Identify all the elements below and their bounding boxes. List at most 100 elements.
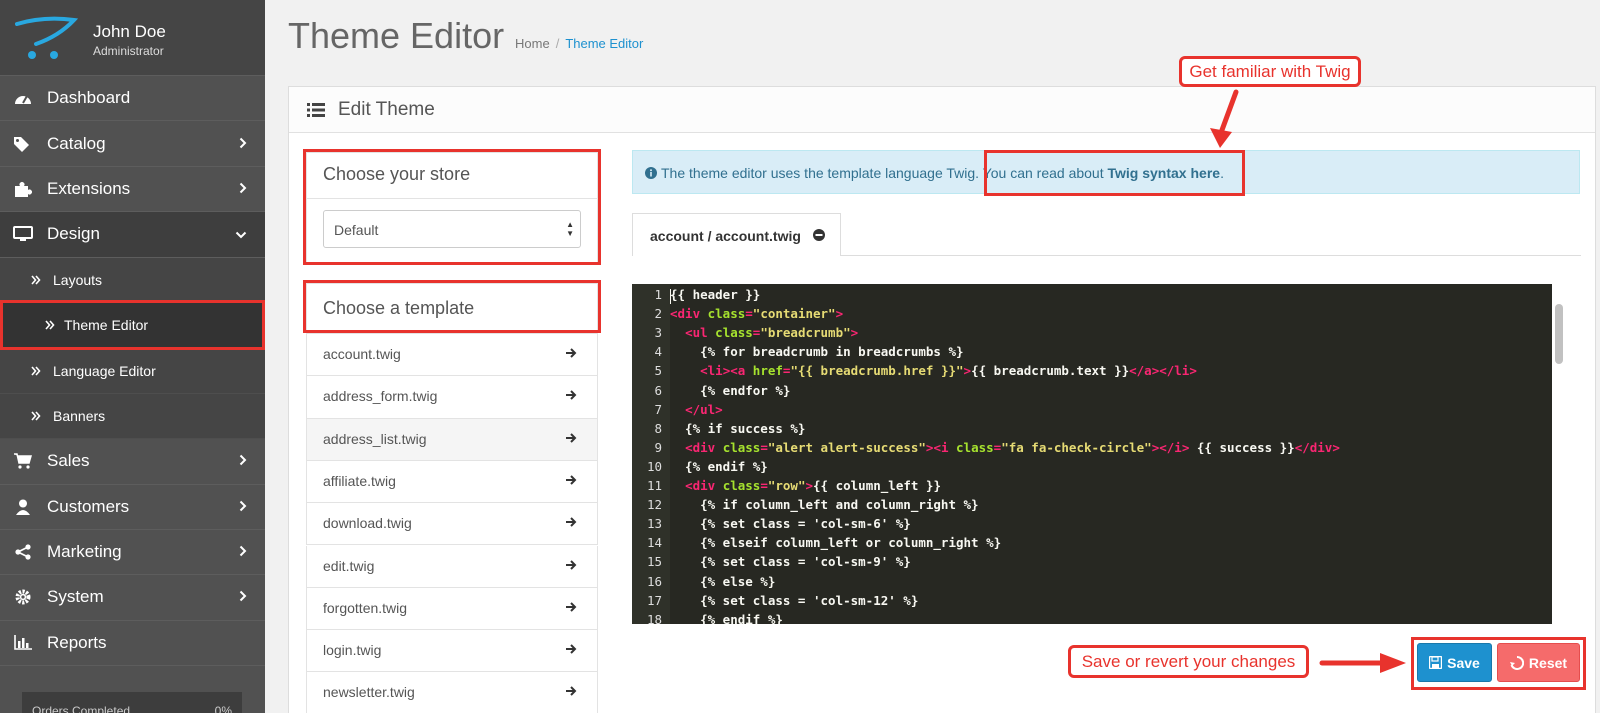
code-text: {% if column_left and column_right %}	[670, 497, 979, 513]
scrollbar-thumb[interactable]	[1555, 304, 1563, 364]
main-nav: Dashboard Catalog Extensions Design Layouts T…	[0, 76, 265, 667]
template-name: address_list.twig	[323, 430, 427, 447]
line-number: 2	[654, 306, 662, 322]
angle-double-right-icon	[31, 272, 41, 288]
tab-account-twig[interactable]: account / account.twig	[632, 213, 841, 256]
line-number: 4	[654, 344, 662, 360]
sidebar-item-label: Marketing	[47, 542, 122, 562]
template-item[interactable]: address_list.twig	[306, 418, 598, 461]
template-name: affiliate.twig	[323, 472, 396, 489]
code-text: <div class="container">	[670, 306, 844, 322]
line-number: 14	[646, 535, 662, 551]
info-alert: The theme editor uses the template langu…	[632, 150, 1580, 194]
sidebar-item-label: Catalog	[47, 133, 106, 153]
line-number: 8	[654, 420, 662, 436]
arrow-right-icon	[565, 515, 577, 531]
sidebar-item-extensions[interactable]: Extensions	[0, 167, 265, 213]
template-heading: Choose a template	[323, 298, 475, 318]
sidebar-subitem-theme-editor[interactable]: Theme Editor	[0, 302, 265, 349]
store-select-value: Default	[334, 222, 379, 238]
sidebar: John Doe Administrator Dashboard Catalog E…	[0, 0, 265, 713]
sidebar-item-sales[interactable]: Sales	[0, 439, 265, 485]
user-profile: John Doe Administrator	[0, 0, 265, 76]
sidebar-item-design[interactable]: Design	[0, 212, 265, 258]
sidebar-item-label: Extensions	[47, 178, 131, 198]
chevron-down-icon	[235, 224, 247, 244]
sidebar-item-system[interactable]: System	[0, 575, 265, 621]
store-select[interactable]: Default ▲ ▼	[323, 210, 581, 248]
template-item[interactable]: affiliate.twig	[306, 460, 598, 504]
template-item[interactable]: edit.twig	[306, 545, 598, 588]
breadcrumb-home[interactable]: Home	[515, 36, 550, 51]
sidebar-item-catalog[interactable]: Catalog	[0, 121, 265, 167]
sidebar-item-dashboard[interactable]: Dashboard	[0, 76, 265, 122]
info-icon	[645, 167, 657, 179]
sidebar-item-customers[interactable]: Customers	[0, 485, 265, 530]
template-name: account.twig	[323, 346, 401, 362]
chevron-right-icon	[239, 179, 247, 199]
sidebar-item-reports[interactable]: Reports	[0, 621, 265, 667]
line-number: 6	[654, 382, 662, 398]
template-item[interactable]: account.twig	[306, 334, 598, 377]
user-icon	[13, 498, 33, 516]
code-text: {% endif %}	[670, 458, 768, 474]
panel-title: Edit Theme	[338, 99, 435, 120]
text-cursor	[670, 289, 671, 304]
line-number: 10	[646, 458, 662, 474]
breadcrumb-current[interactable]: Theme Editor	[565, 36, 643, 51]
list-icon	[307, 103, 325, 117]
panel-heading: Edit Theme	[289, 87, 1595, 133]
sidebar-item-marketing[interactable]: Marketing	[0, 530, 265, 576]
code-text: <div class="alert alert-success"><i clas…	[685, 439, 1340, 455]
arrow-right-icon	[565, 388, 577, 404]
sidebar-subitem-banners[interactable]: Banners	[0, 393, 265, 440]
bar-chart-icon	[13, 634, 33, 652]
chevron-right-icon	[239, 134, 247, 154]
template-name: forgotten.twig	[323, 599, 408, 616]
breadcrumb: Home / Theme Editor	[515, 36, 643, 51]
sidebar-item-label: System	[47, 587, 104, 607]
template-item[interactable]: address_form.twig	[306, 376, 598, 419]
save-callout-arrow	[1319, 653, 1406, 673]
template-item[interactable]: newsletter.twig	[306, 672, 598, 713]
twig-callout: Get familiar with Twig	[1179, 56, 1361, 87]
cart-icon	[13, 452, 33, 470]
user-name: John Doe	[93, 22, 166, 41]
save-button[interactable]: Save	[1417, 643, 1492, 682]
line-number: 15	[646, 554, 662, 570]
arrow-right-icon	[565, 600, 577, 616]
close-tab-icon[interactable]	[813, 229, 825, 241]
sidebar-item-label: Sales	[47, 451, 90, 471]
select-arrows-icon: ▲ ▼	[566, 220, 574, 238]
share-icon	[13, 543, 33, 561]
line-number: 1	[654, 287, 662, 302]
tags-icon	[13, 135, 33, 153]
line-number: 18	[646, 611, 662, 624]
twig-syntax-link[interactable]: Twig syntax here	[1108, 165, 1221, 181]
code-text: {% set class = 'col-sm-9' %}	[670, 554, 911, 570]
code-text: <li><a href="{{ breadcrumb.href }}">{{ b…	[700, 363, 1197, 379]
template-name: login.twig	[323, 642, 382, 659]
line-number: 16	[646, 573, 662, 589]
template-box-header: Choose a template	[306, 283, 598, 334]
orders-completed-value: 0%	[214, 704, 232, 713]
template-item[interactable]: forgotten.twig	[306, 587, 598, 631]
template-item[interactable]: download.twig	[306, 503, 598, 546]
sidebar-subitem-label: Theme Editor	[64, 317, 149, 334]
editor-scrollbar[interactable]	[1552, 284, 1566, 624]
code-text: {% endif %}	[670, 611, 783, 624]
opencart-logo-icon	[15, 16, 78, 59]
sidebar-subitem-language-editor[interactable]: Language Editor	[0, 348, 265, 394]
template-item[interactable]: login.twig	[306, 630, 598, 673]
arrow-right-icon	[565, 346, 577, 362]
sidebar-item-label: Dashboard	[47, 88, 131, 108]
angle-double-right-icon	[31, 408, 41, 424]
store-heading: Choose your store	[323, 164, 471, 184]
code-text: <div class="row">{{ column_left }}	[685, 478, 941, 493]
arrow-right-icon	[565, 431, 577, 447]
template-name: download.twig	[323, 515, 412, 532]
code-editor[interactable]: 1 {{ header }} 2 <div class="container"> 3 <…	[632, 284, 1566, 624]
sidebar-subitem-layouts[interactable]: Layouts	[0, 257, 265, 303]
template-name: edit.twig	[323, 557, 375, 574]
reset-button[interactable]: Reset	[1497, 643, 1580, 682]
